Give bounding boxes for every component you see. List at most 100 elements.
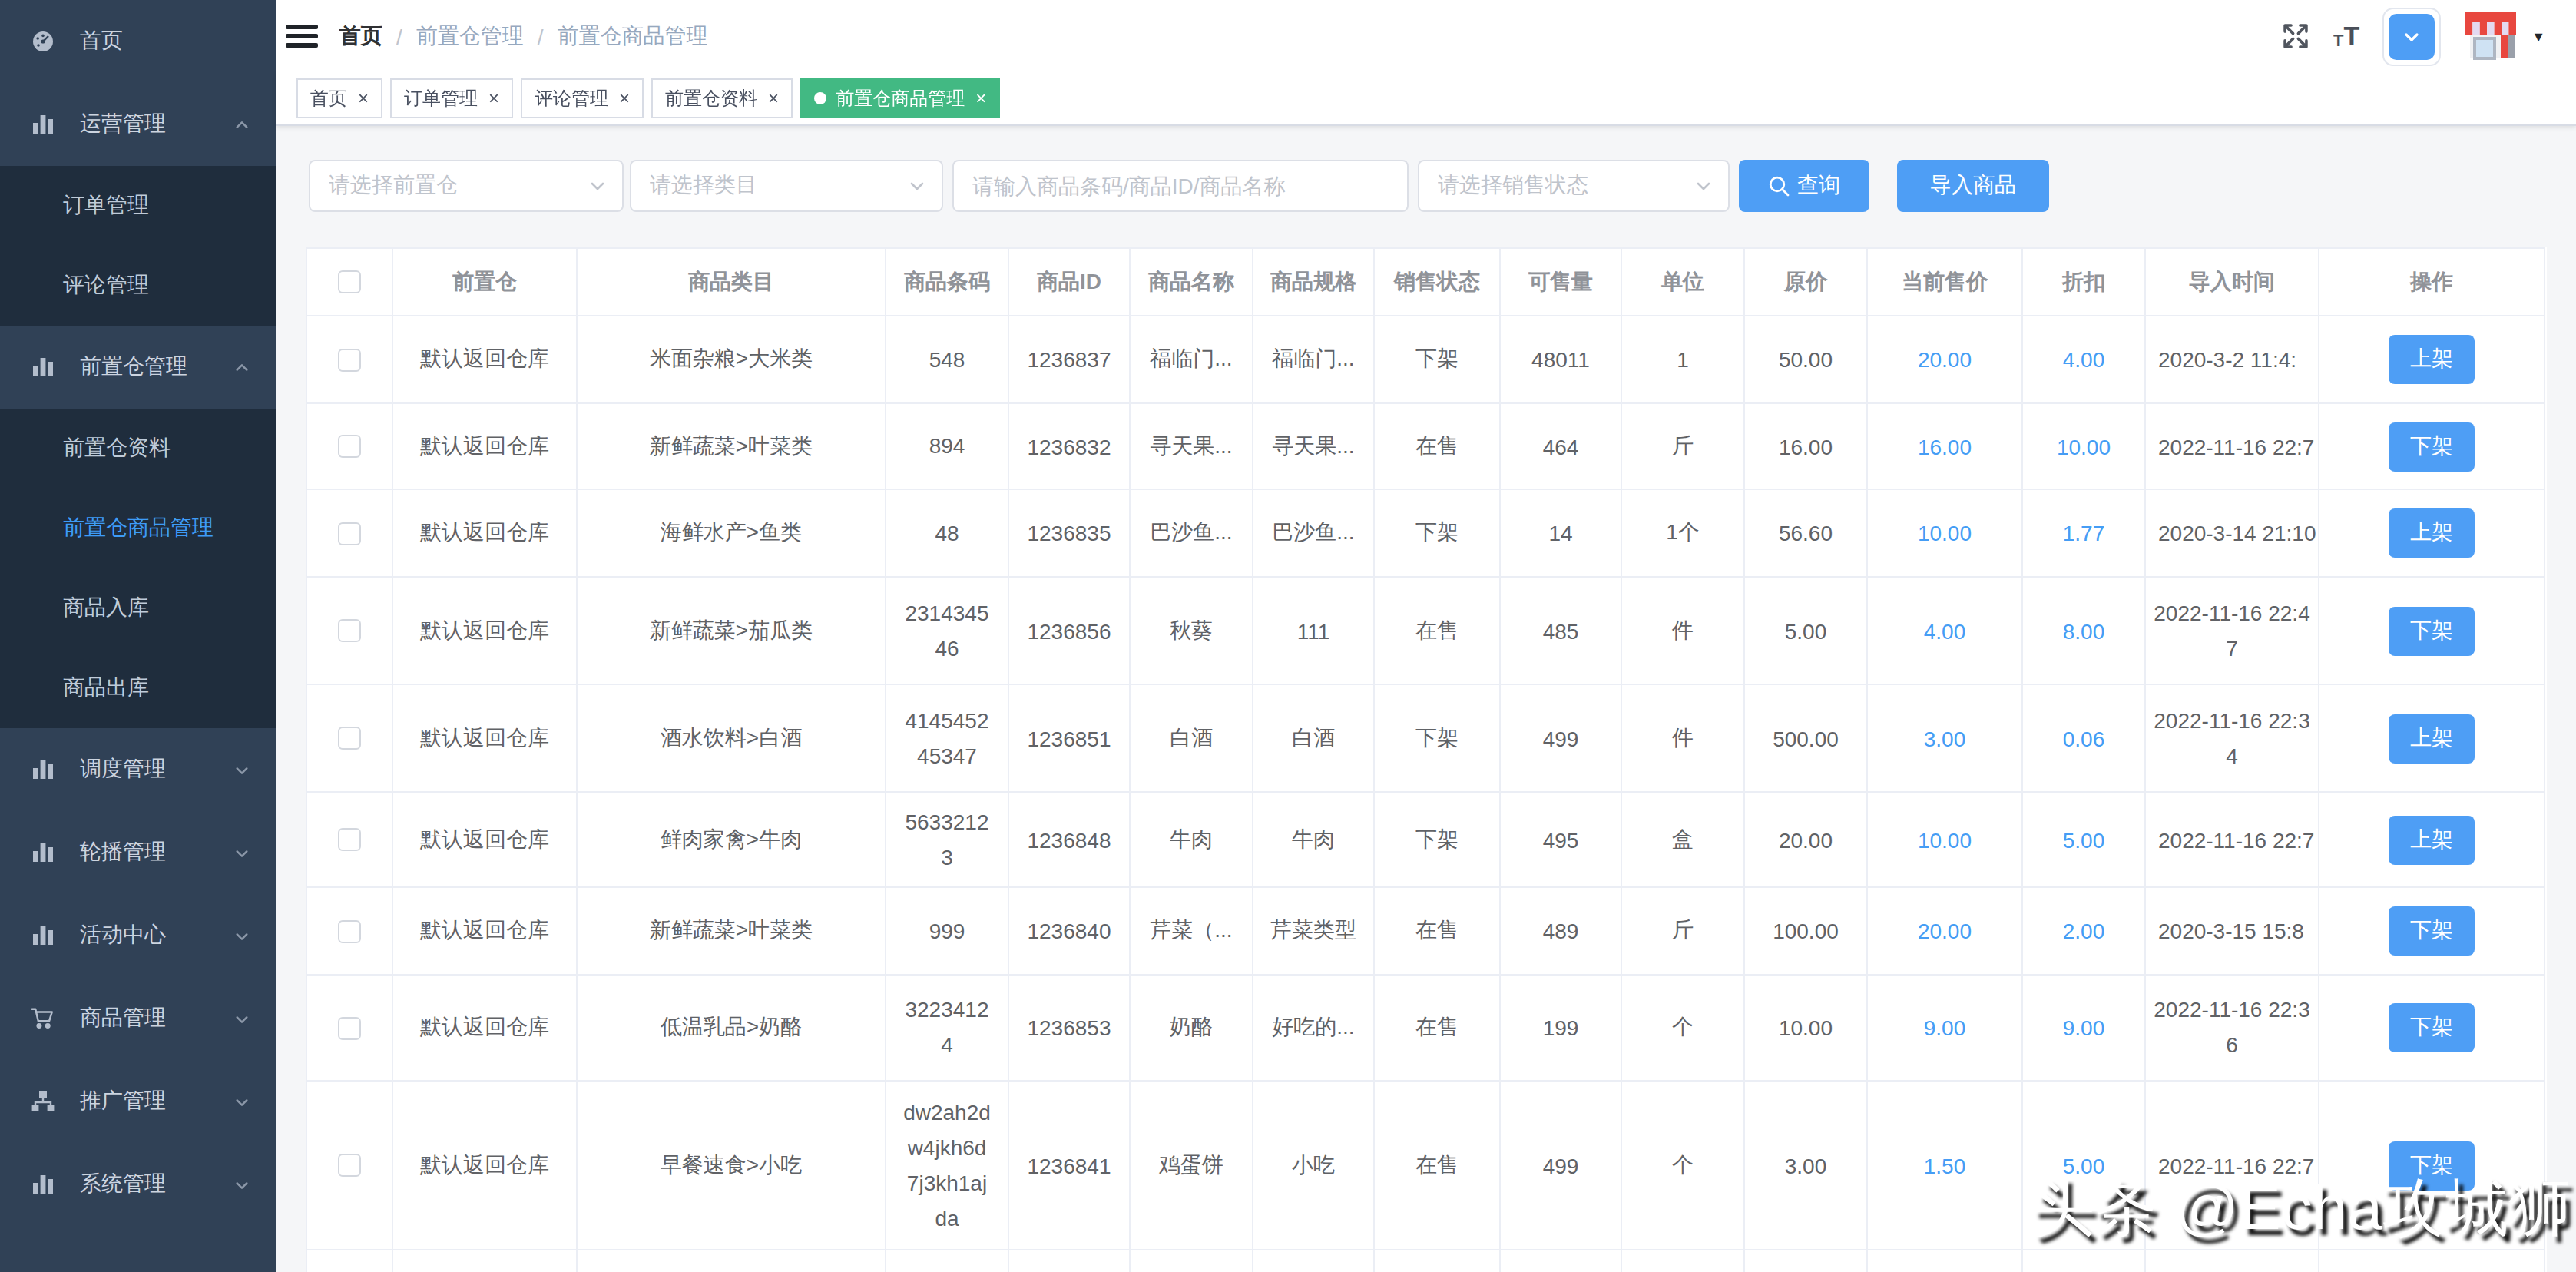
content-area: 请选择前置仓 请选择类目 请选择销售状态 查询 导入商品 — [276, 126, 2576, 1272]
cell-checkbox — [306, 577, 392, 684]
cell-id: 1236856 — [1008, 577, 1130, 684]
list-button[interactable]: 上架 — [2389, 335, 2475, 384]
list-button[interactable]: 上架 — [2389, 815, 2475, 864]
row-checkbox[interactable] — [338, 1016, 361, 1039]
breadcrumb-home[interactable]: 首页 — [339, 22, 382, 50]
cell-unit: 件 — [1621, 684, 1744, 792]
sidebar-item[interactable]: 系统管理 — [0, 1143, 276, 1226]
close-icon[interactable]: × — [619, 89, 630, 108]
search-button[interactable]: 查询 — [1739, 160, 1869, 212]
cell-name: 巴沙鱼... — [1130, 489, 1253, 577]
close-icon[interactable]: × — [768, 89, 779, 108]
status-select[interactable]: 请选择销售状态 — [1418, 160, 1730, 212]
cell-discount: 9.00 — [2022, 975, 2145, 1081]
row-checkbox[interactable] — [338, 619, 361, 642]
row-checkbox[interactable] — [338, 522, 361, 545]
cell-status: 在售 — [1374, 577, 1500, 684]
store-avatar[interactable] — [2464, 12, 2518, 60]
sidebar-item[interactable]: 首页 — [0, 0, 276, 83]
row-checkbox[interactable] — [338, 919, 361, 942]
cell-status: 在售 — [1374, 887, 1500, 975]
app-root: 首页运营管理订单管理评论管理前置仓管理前置仓资料前置仓商品管理商品入库商品出库调… — [0, 0, 2576, 1272]
sidebar-item-label: 首页 — [80, 28, 123, 55]
sidebar-item[interactable]: 前置仓管理 — [0, 326, 276, 409]
warehouse-select[interactable]: 请选择前置仓 — [309, 160, 624, 212]
cell — [1867, 1250, 2022, 1272]
caret-down-icon[interactable]: ▼ — [2531, 28, 2545, 44]
cell-category: 低温乳品>奶酪 — [577, 975, 886, 1081]
cell-action: 上架 — [2319, 489, 2545, 577]
search-input[interactable] — [952, 160, 1409, 212]
row-checkbox[interactable] — [338, 348, 361, 371]
row-checkbox[interactable] — [338, 435, 361, 458]
cell-price: 10.00 — [1744, 975, 1867, 1081]
chevron-down-icon — [2389, 13, 2435, 59]
view-tab[interactable]: 评论管理× — [521, 78, 644, 118]
column-header: 商品名称 — [1130, 248, 1253, 316]
bar-chart-icon — [31, 840, 55, 865]
view-tab[interactable]: 订单管理× — [390, 78, 513, 118]
sidebar-item[interactable]: 商品管理 — [0, 977, 276, 1060]
cell-price: 56.60 — [1744, 489, 1867, 577]
list-button[interactable]: 上架 — [2389, 714, 2475, 763]
chevron-down-icon — [1694, 177, 1713, 195]
active-dot — [814, 92, 826, 104]
cell-action: 下架 — [2319, 403, 2545, 489]
row-checkbox[interactable] — [338, 727, 361, 750]
sidebar-item[interactable]: 推广管理 — [0, 1060, 276, 1143]
cell-import-time: 2022-11-16 22:3 6 — [2145, 975, 2319, 1081]
cell-discount: 4.00 — [2022, 316, 2145, 403]
top-header: 首页 / 前置仓管理 / 前置仓商品管理 TT — [276, 0, 2576, 72]
fullscreen-icon[interactable] — [2281, 22, 2310, 51]
cell-unit: 1 — [1621, 316, 1744, 403]
row-checkbox[interactable] — [338, 1154, 361, 1177]
cell-checkbox — [306, 792, 392, 887]
select-all-checkbox[interactable] — [338, 270, 361, 293]
delist-button[interactable]: 下架 — [2389, 606, 2475, 655]
column-header: 可售量 — [1500, 248, 1621, 316]
cell-action: 上架 — [2319, 792, 2545, 887]
view-tab[interactable]: 前置仓商品管理× — [800, 78, 1000, 118]
close-icon[interactable]: × — [488, 89, 499, 108]
sidebar-item[interactable]: 运营管理 — [0, 83, 276, 166]
sidebar-item[interactable]: 调度管理 — [0, 728, 276, 811]
sidebar: 首页运营管理订单管理评论管理前置仓管理前置仓资料前置仓商品管理商品入库商品出库调… — [0, 0, 276, 1272]
close-icon[interactable]: × — [358, 89, 369, 108]
delist-button[interactable]: 下架 — [2389, 906, 2475, 956]
cell-spec: 牛肉 — [1253, 792, 1374, 887]
bar-chart-icon — [31, 1172, 55, 1197]
cell-checkbox — [306, 684, 392, 792]
cell-name: 秋葵 — [1130, 577, 1253, 684]
sidebar-item[interactable]: 轮播管理 — [0, 811, 276, 894]
sidebar-subitem[interactable]: 前置仓商品管理 — [0, 489, 276, 568]
category-select[interactable]: 请选择类目 — [630, 160, 943, 212]
hamburger-icon[interactable] — [286, 25, 318, 48]
sidebar-subitem[interactable]: 订单管理 — [0, 166, 276, 246]
cell — [1621, 1250, 1744, 1272]
font-size-icon[interactable]: TT — [2333, 23, 2359, 49]
watermark: 头条 @Echa攻城狮 — [2031, 1166, 2571, 1250]
delist-button[interactable]: 下架 — [2389, 422, 2475, 471]
list-button[interactable]: 上架 — [2389, 508, 2475, 558]
row-checkbox[interactable] — [338, 828, 361, 851]
sidebar-subitem[interactable]: 前置仓资料 — [0, 409, 276, 489]
cell-discount: 2.00 — [2022, 887, 2145, 975]
import-product-button[interactable]: 导入商品 — [1897, 160, 2049, 212]
sidebar-subitem[interactable]: 评论管理 — [0, 246, 276, 326]
cell-price: 50.00 — [1744, 316, 1867, 403]
breadcrumb-item: 前置仓商品管理 — [558, 22, 708, 50]
delist-button[interactable]: 下架 — [2389, 1003, 2475, 1052]
header-dropdown-button[interactable] — [2382, 7, 2441, 65]
cell-spec: 小吃 — [1253, 1081, 1374, 1250]
close-icon[interactable]: × — [975, 89, 986, 108]
view-tab[interactable]: 首页× — [296, 78, 382, 118]
cell-name: 奶酪 — [1130, 975, 1253, 1081]
chevron-down-icon — [908, 177, 926, 195]
view-tab[interactable]: 前置仓资料× — [651, 78, 793, 118]
cell-spec: 巴沙鱼... — [1253, 489, 1374, 577]
column-header: 商品类目 — [577, 248, 886, 316]
cell-sale-price: 20.00 — [1867, 887, 2022, 975]
sidebar-item[interactable]: 活动中心 — [0, 894, 276, 977]
sidebar-subitem[interactable]: 商品出库 — [0, 648, 276, 728]
sidebar-subitem[interactable]: 商品入库 — [0, 568, 276, 648]
